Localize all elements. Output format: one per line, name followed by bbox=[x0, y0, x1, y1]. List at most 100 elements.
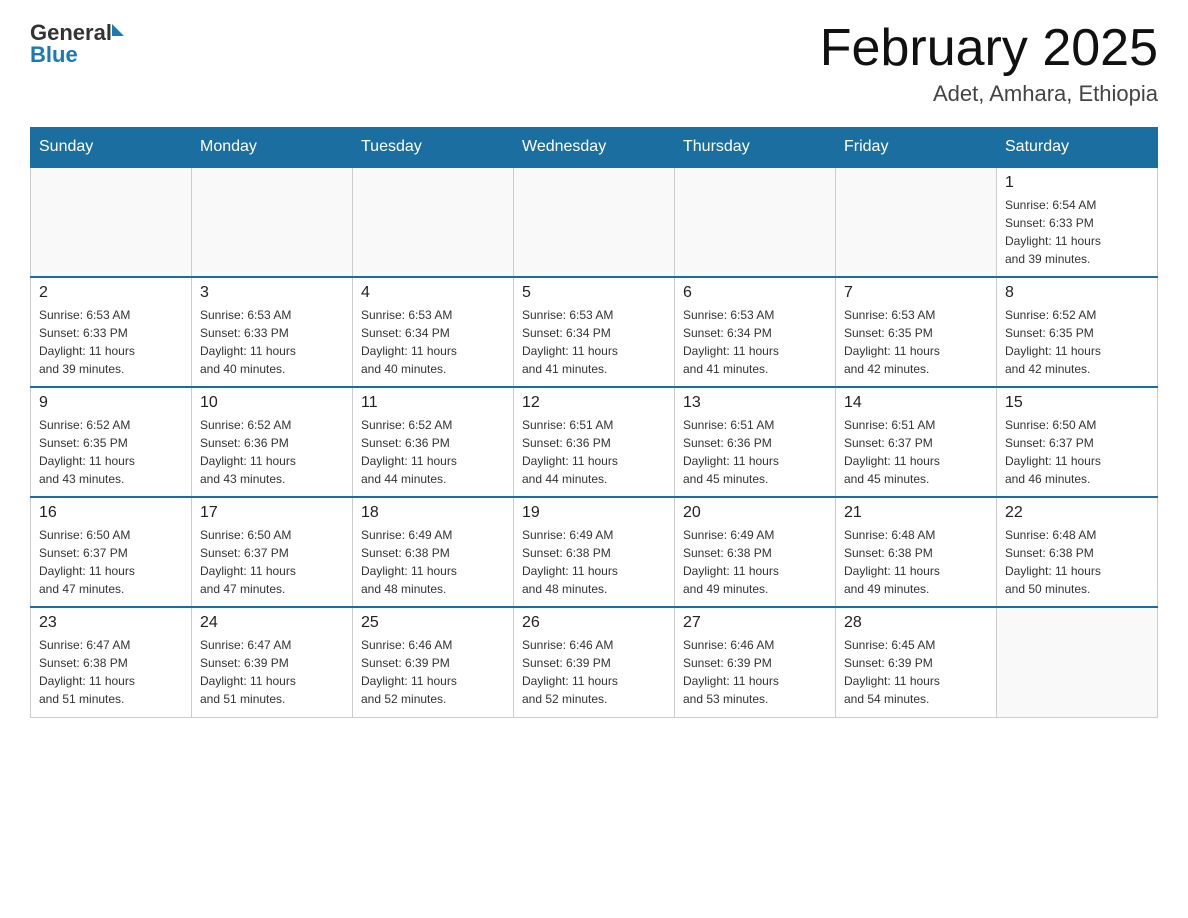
calendar-cell: 21 Sunrise: 6:48 AMSunset: 6:38 PMDayligh… bbox=[836, 497, 997, 607]
week-row-2: 2 Sunrise: 6:53 AMSunset: 6:33 PMDaylight… bbox=[31, 277, 1158, 387]
week-row-3: 9Sunrise: 6:52 AMSunset: 6:35 PMDaylight… bbox=[31, 387, 1158, 497]
day-info: Sunrise: 6:53 AMSunset: 6:35 PMDaylight:… bbox=[844, 306, 988, 378]
calendar-cell: 19Sunrise: 6:49 AMSunset: 6:38 PMDayligh… bbox=[514, 497, 675, 607]
day-info: Sunrise: 6:50 AMSunset: 6:37 PMDaylight:… bbox=[200, 526, 344, 598]
calendar-cell: 12 Sunrise: 6:51 AMSunset: 6:36 PMDayligh… bbox=[514, 387, 675, 497]
calendar-cell bbox=[836, 167, 997, 277]
day-info: Sunrise: 6:53 AMSunset: 6:34 PMDaylight:… bbox=[522, 306, 666, 378]
calendar-cell bbox=[997, 607, 1158, 717]
day-number: 14 bbox=[844, 394, 988, 412]
calendar-cell: 20 Sunrise: 6:49 AMSunset: 6:38 PMDayligh… bbox=[675, 497, 836, 607]
day-number: 15 bbox=[1005, 394, 1149, 412]
day-info: Sunrise: 6:46 AMSunset: 6:39 PMDaylight:… bbox=[683, 636, 827, 708]
day-info: Sunrise: 6:53 AMSunset: 6:33 PMDaylight:… bbox=[200, 306, 344, 378]
day-info: Sunrise: 6:49 AMSunset: 6:38 PMDaylight:… bbox=[361, 526, 505, 598]
day-number: 6 bbox=[683, 284, 827, 302]
day-number: 17 bbox=[200, 504, 344, 522]
day-number: 19 bbox=[522, 504, 666, 522]
calendar-cell: 11 Sunrise: 6:52 AMSunset: 6:36 PMDayligh… bbox=[353, 387, 514, 497]
week-row-4: 16 Sunrise: 6:50 AMSunset: 6:37 PMDayligh… bbox=[31, 497, 1158, 607]
day-info: Sunrise: 6:51 AMSunset: 6:36 PMDaylight:… bbox=[683, 416, 827, 488]
day-number: 27 bbox=[683, 614, 827, 632]
calendar-cell bbox=[31, 167, 192, 277]
header-day-thursday: Thursday bbox=[675, 128, 836, 168]
calendar-cell: 2 Sunrise: 6:53 AMSunset: 6:33 PMDaylight… bbox=[31, 277, 192, 387]
day-info: Sunrise: 6:54 AMSunset: 6:33 PMDaylight:… bbox=[1005, 196, 1149, 268]
calendar-title: February 2025 bbox=[820, 20, 1158, 77]
header-row: SundayMondayTuesdayWednesdayThursdayFrid… bbox=[31, 128, 1158, 168]
header-day-monday: Monday bbox=[192, 128, 353, 168]
calendar-cell: 16 Sunrise: 6:50 AMSunset: 6:37 PMDayligh… bbox=[31, 497, 192, 607]
header-day-saturday: Saturday bbox=[997, 128, 1158, 168]
page-header: General Blue February 2025 Adet, Amhara,… bbox=[30, 20, 1158, 107]
calendar-cell bbox=[353, 167, 514, 277]
calendar-cell bbox=[192, 167, 353, 277]
header-day-sunday: Sunday bbox=[31, 128, 192, 168]
calendar-cell: 28Sunrise: 6:45 AMSunset: 6:39 PMDayligh… bbox=[836, 607, 997, 717]
calendar-cell: 17 Sunrise: 6:50 AMSunset: 6:37 PMDayligh… bbox=[192, 497, 353, 607]
title-block: February 2025 Adet, Amhara, Ethiopia bbox=[820, 20, 1158, 107]
day-number: 5 bbox=[522, 284, 666, 302]
calendar-cell: 18 Sunrise: 6:49 AMSunset: 6:38 PMDayligh… bbox=[353, 497, 514, 607]
calendar-cell: 5 Sunrise: 6:53 AMSunset: 6:34 PMDaylight… bbox=[514, 277, 675, 387]
day-number: 12 bbox=[522, 394, 666, 412]
day-number: 9 bbox=[39, 394, 183, 412]
calendar-cell: 14 Sunrise: 6:51 AMSunset: 6:37 PMDayligh… bbox=[836, 387, 997, 497]
logo: General Blue bbox=[30, 20, 124, 68]
logo-blue-text: Blue bbox=[30, 42, 124, 68]
day-number: 11 bbox=[361, 394, 505, 412]
day-info: Sunrise: 6:46 AMSunset: 6:39 PMDaylight:… bbox=[522, 636, 666, 708]
day-info: Sunrise: 6:53 AMSunset: 6:34 PMDaylight:… bbox=[361, 306, 505, 378]
day-info: Sunrise: 6:47 AMSunset: 6:38 PMDaylight:… bbox=[39, 636, 183, 708]
day-number: 1 bbox=[1005, 174, 1149, 192]
day-info: Sunrise: 6:46 AMSunset: 6:39 PMDaylight:… bbox=[361, 636, 505, 708]
calendar-cell: 10 Sunrise: 6:52 AMSunset: 6:36 PMDayligh… bbox=[192, 387, 353, 497]
day-info: Sunrise: 6:52 AMSunset: 6:36 PMDaylight:… bbox=[200, 416, 344, 488]
day-info: Sunrise: 6:50 AMSunset: 6:37 PMDaylight:… bbox=[1005, 416, 1149, 488]
day-number: 2 bbox=[39, 284, 183, 302]
day-number: 8 bbox=[1005, 284, 1149, 302]
calendar-table: SundayMondayTuesdayWednesdayThursdayFrid… bbox=[30, 127, 1158, 718]
header-day-friday: Friday bbox=[836, 128, 997, 168]
week-row-1: 1 Sunrise: 6:54 AMSunset: 6:33 PMDaylight… bbox=[31, 167, 1158, 277]
day-info: Sunrise: 6:48 AMSunset: 6:38 PMDaylight:… bbox=[844, 526, 988, 598]
day-info: Sunrise: 6:49 AMSunset: 6:38 PMDaylight:… bbox=[683, 526, 827, 598]
day-info: Sunrise: 6:47 AMSunset: 6:39 PMDaylight:… bbox=[200, 636, 344, 708]
calendar-cell: 1 Sunrise: 6:54 AMSunset: 6:33 PMDaylight… bbox=[997, 167, 1158, 277]
day-info: Sunrise: 6:51 AMSunset: 6:36 PMDaylight:… bbox=[522, 416, 666, 488]
calendar-cell bbox=[675, 167, 836, 277]
calendar-cell: 24 Sunrise: 6:47 AMSunset: 6:39 PMDayligh… bbox=[192, 607, 353, 717]
day-number: 10 bbox=[200, 394, 344, 412]
calendar-cell: 13Sunrise: 6:51 AMSunset: 6:36 PMDayligh… bbox=[675, 387, 836, 497]
header-day-wednesday: Wednesday bbox=[514, 128, 675, 168]
calendar-cell: 22 Sunrise: 6:48 AMSunset: 6:38 PMDayligh… bbox=[997, 497, 1158, 607]
calendar-cell: 8Sunrise: 6:52 AMSunset: 6:35 PMDaylight… bbox=[997, 277, 1158, 387]
day-info: Sunrise: 6:52 AMSunset: 6:36 PMDaylight:… bbox=[361, 416, 505, 488]
calendar-cell: 23Sunrise: 6:47 AMSunset: 6:38 PMDayligh… bbox=[31, 607, 192, 717]
day-info: Sunrise: 6:53 AMSunset: 6:33 PMDaylight:… bbox=[39, 306, 183, 378]
day-number: 16 bbox=[39, 504, 183, 522]
calendar-cell bbox=[514, 167, 675, 277]
day-number: 3 bbox=[200, 284, 344, 302]
header-day-tuesday: Tuesday bbox=[353, 128, 514, 168]
day-number: 21 bbox=[844, 504, 988, 522]
day-info: Sunrise: 6:50 AMSunset: 6:37 PMDaylight:… bbox=[39, 526, 183, 598]
day-number: 24 bbox=[200, 614, 344, 632]
day-number: 18 bbox=[361, 504, 505, 522]
day-number: 7 bbox=[844, 284, 988, 302]
day-info: Sunrise: 6:53 AMSunset: 6:34 PMDaylight:… bbox=[683, 306, 827, 378]
day-info: Sunrise: 6:48 AMSunset: 6:38 PMDaylight:… bbox=[1005, 526, 1149, 598]
calendar-cell: 7 Sunrise: 6:53 AMSunset: 6:35 PMDaylight… bbox=[836, 277, 997, 387]
day-number: 25 bbox=[361, 614, 505, 632]
day-number: 20 bbox=[683, 504, 827, 522]
calendar-cell: 26 Sunrise: 6:46 AMSunset: 6:39 PMDayligh… bbox=[514, 607, 675, 717]
calendar-cell: 9Sunrise: 6:52 AMSunset: 6:35 PMDaylight… bbox=[31, 387, 192, 497]
calendar-cell: 4 Sunrise: 6:53 AMSunset: 6:34 PMDaylight… bbox=[353, 277, 514, 387]
calendar-cell: 27 Sunrise: 6:46 AMSunset: 6:39 PMDayligh… bbox=[675, 607, 836, 717]
calendar-cell: 25 Sunrise: 6:46 AMSunset: 6:39 PMDayligh… bbox=[353, 607, 514, 717]
day-number: 4 bbox=[361, 284, 505, 302]
day-number: 22 bbox=[1005, 504, 1149, 522]
day-info: Sunrise: 6:51 AMSunset: 6:37 PMDaylight:… bbox=[844, 416, 988, 488]
day-number: 26 bbox=[522, 614, 666, 632]
calendar-cell: 6 Sunrise: 6:53 AMSunset: 6:34 PMDaylight… bbox=[675, 277, 836, 387]
